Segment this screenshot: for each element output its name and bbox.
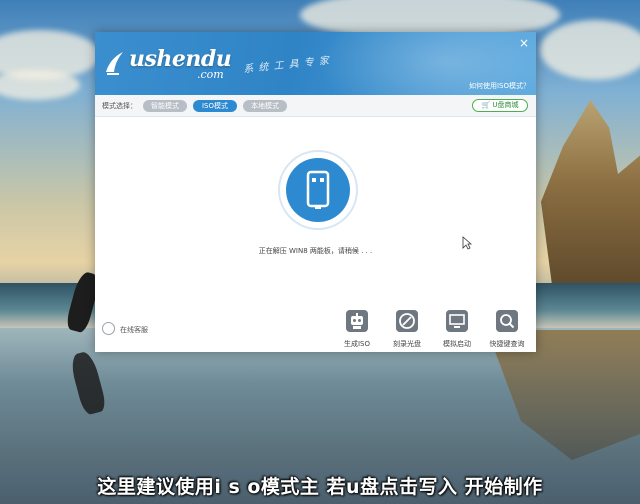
cliff bbox=[541, 100, 640, 285]
logo-mark-icon bbox=[106, 52, 123, 75]
disc-icon bbox=[396, 310, 418, 332]
mouse-cursor-icon bbox=[462, 236, 472, 250]
magnifier-icon bbox=[496, 310, 518, 332]
udisk-shop-label: U盘商城 bbox=[492, 101, 519, 109]
hotkey-lookup-button[interactable]: 快捷键查询 bbox=[484, 310, 530, 348]
usb-drive-icon bbox=[306, 170, 330, 209]
hotkey-lookup-label: 快捷键查询 bbox=[489, 340, 525, 348]
bottom-toolbar: 在线客服 生成ISO 刻录光盘 模拟启动 快捷键查询 bbox=[95, 304, 536, 352]
ushendu-window: ushendu .com 系 统 工 具 专 家 × 如何使用ISO模式？ 模式… bbox=[95, 32, 536, 352]
close-button[interactable]: × bbox=[518, 37, 530, 49]
video-subtitle: 这里建议使用i s o模式主 若u盘点击写入 开始制作 bbox=[97, 476, 543, 498]
iso-help-link[interactable]: 如何使用ISO模式？ bbox=[469, 81, 530, 91]
simulate-boot-button[interactable]: 模拟启动 bbox=[434, 310, 480, 348]
mode-select-label: 模式选择： bbox=[102, 102, 137, 110]
burn-disc-label: 刻录光盘 bbox=[393, 340, 421, 348]
chat-icon bbox=[102, 322, 115, 335]
robot-icon bbox=[346, 310, 368, 332]
mode-smart-button[interactable]: 智能模式 bbox=[143, 100, 187, 112]
burn-disc-button[interactable]: 刻录光盘 bbox=[384, 310, 430, 348]
title-bar: ushendu .com 系 统 工 具 专 家 × 如何使用ISO模式？ bbox=[95, 32, 536, 95]
udisk-shop-button[interactable]: 🛒 U盘商城 bbox=[472, 99, 528, 112]
simulate-boot-label: 模拟启动 bbox=[443, 340, 471, 348]
usb-status-indicator bbox=[278, 150, 358, 230]
generate-iso-button[interactable]: 生成ISO bbox=[334, 310, 380, 348]
generate-iso-label: 生成ISO bbox=[343, 340, 371, 348]
online-service-label: 在线客服 bbox=[120, 326, 148, 334]
mode-local-button[interactable]: 本地模式 bbox=[243, 100, 287, 112]
slogan: 系 统 工 具 专 家 bbox=[242, 55, 331, 76]
cart-icon: 🛒 bbox=[481, 101, 491, 109]
ushendu-logo: ushendu .com bbox=[103, 46, 232, 82]
monitor-icon bbox=[446, 310, 468, 332]
logo-domain: .com bbox=[197, 68, 224, 81]
mode-iso-button[interactable]: ISO模式 bbox=[193, 100, 237, 112]
mode-bar: 模式选择： 智能模式 ISO模式 本地模式 🛒 U盘商城 bbox=[95, 95, 536, 117]
